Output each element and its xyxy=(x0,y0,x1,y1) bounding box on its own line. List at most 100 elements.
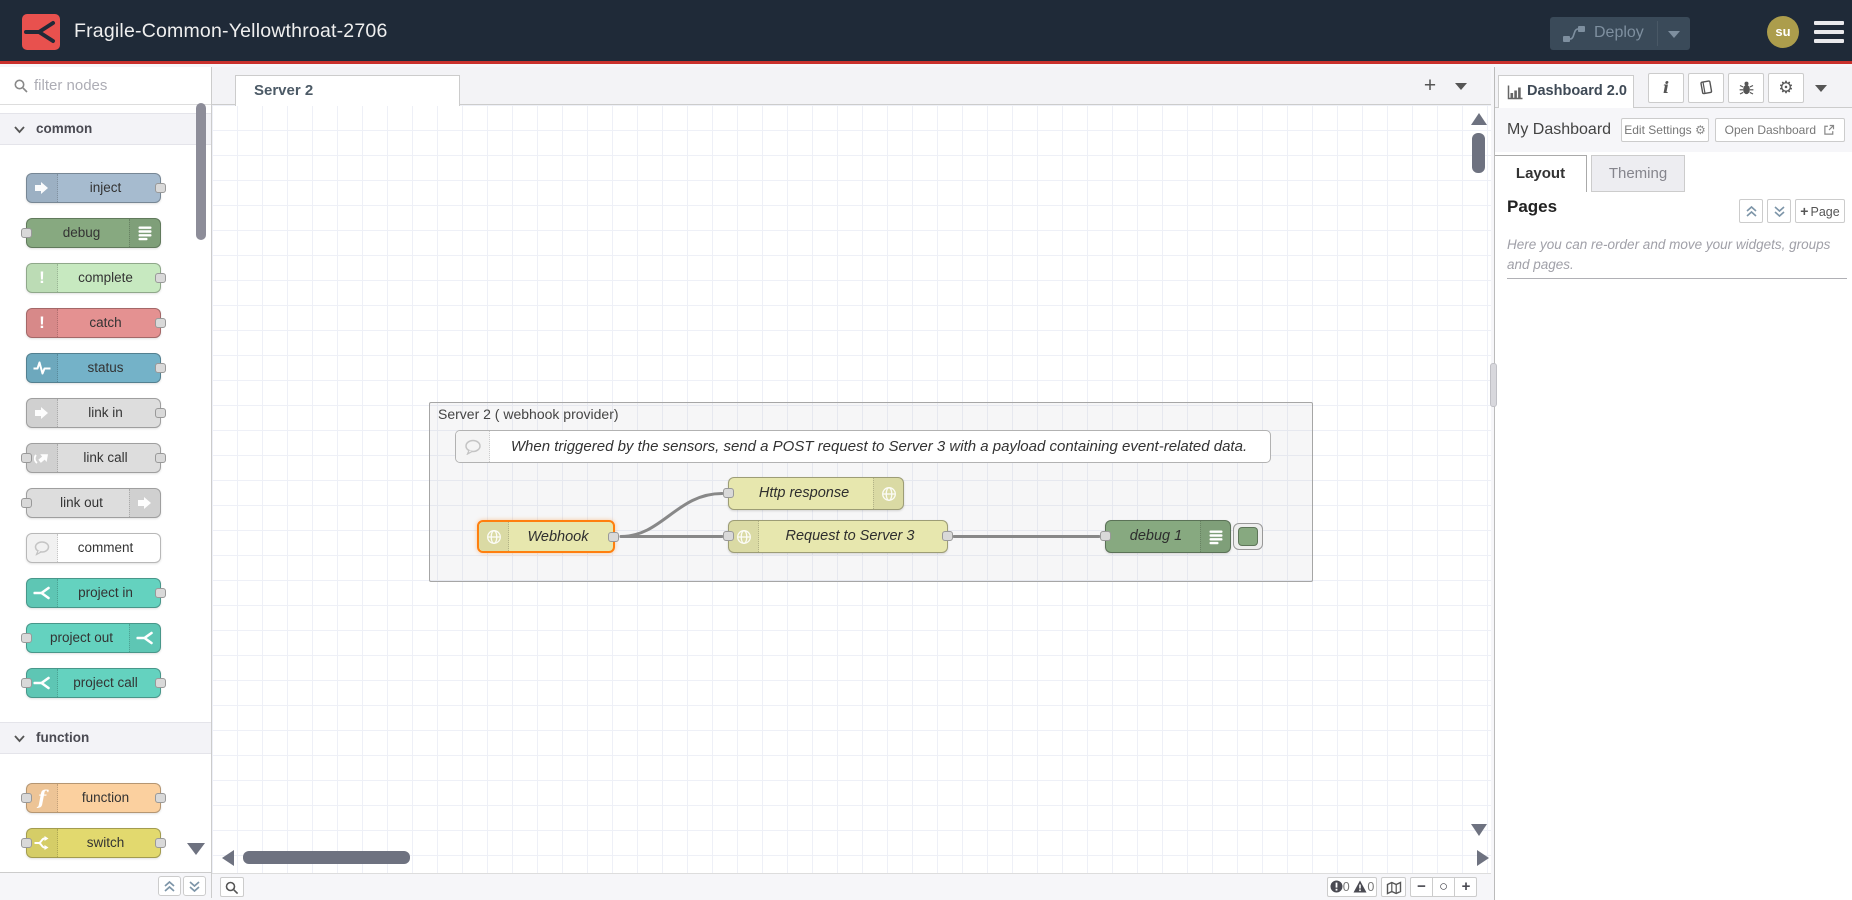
comment-node[interactable]: When triggered by the sensors, send a PO… xyxy=(455,430,1271,463)
comment-text: When triggered by the sensors, send a PO… xyxy=(496,431,1262,462)
zoom-reset-button[interactable]: ○ xyxy=(1433,878,1455,896)
error-count: 0 xyxy=(1343,880,1350,894)
canvas-vertical-scrollbar-thumb[interactable] xyxy=(1472,133,1485,173)
input-port[interactable] xyxy=(21,838,32,848)
collapse-all-button[interactable] xyxy=(158,876,181,896)
palette-node-status[interactable]: status xyxy=(26,353,161,383)
output-port[interactable] xyxy=(155,678,166,688)
edit-settings-button[interactable]: Edit Settings ⚙ xyxy=(1621,118,1709,142)
palette-node-label: link in xyxy=(61,399,150,427)
canvas-scroll-up-arrow[interactable] xyxy=(1471,113,1487,125)
navigator-button[interactable] xyxy=(1381,877,1406,897)
palette-node-inject[interactable]: inject xyxy=(26,173,161,203)
input-port[interactable] xyxy=(21,633,32,643)
node-label: debug 1 xyxy=(1114,521,1198,552)
category-function[interactable]: function xyxy=(0,722,211,754)
user-avatar[interactable]: su xyxy=(1767,16,1799,48)
canvas-horizontal-scrollbar-thumb[interactable] xyxy=(243,851,410,864)
move-page-up-button[interactable] xyxy=(1739,199,1763,223)
palette-scrollbar-thumb[interactable] xyxy=(196,103,206,240)
palette-node-complete[interactable]: ! complete xyxy=(26,263,161,293)
add-page-button[interactable]: +Page xyxy=(1795,199,1845,223)
node-http-response[interactable]: Http response xyxy=(728,477,904,510)
canvas-scroll-right-arrow[interactable] xyxy=(1477,850,1489,866)
output-port[interactable] xyxy=(155,273,166,283)
debug-tab-button[interactable] xyxy=(1728,73,1764,103)
input-port[interactable] xyxy=(21,228,32,238)
search-icon xyxy=(14,79,28,93)
output-port[interactable] xyxy=(155,588,166,598)
tab-dashboard-2[interactable]: Dashboard 2.0 xyxy=(1498,75,1634,108)
output-port[interactable] xyxy=(942,531,953,541)
debug-enable-toggle[interactable] xyxy=(1233,523,1263,550)
palette-filter-input[interactable] xyxy=(34,71,194,99)
workspace-tab-server-2[interactable]: Server 2 xyxy=(235,75,460,106)
deploy-caret-icon[interactable] xyxy=(1668,31,1680,38)
palette-node-link-call[interactable]: link call xyxy=(26,443,161,473)
palette-node-project-call[interactable]: project call xyxy=(26,668,161,698)
sidebar-menu-caret-icon[interactable] xyxy=(1815,85,1827,92)
right-sidebar: Dashboard 2.0 i ⚙ My Dashboard Edit Sett… xyxy=(1494,67,1852,900)
deploy-separator xyxy=(1657,21,1658,46)
node-debug-1[interactable]: debug 1 xyxy=(1105,520,1231,553)
node-request-to-server-3[interactable]: Request to Server 3 xyxy=(728,520,948,553)
palette-node-project-out[interactable]: project out xyxy=(26,623,161,653)
palette-scroll-down-arrow[interactable] xyxy=(187,843,205,855)
open-dashboard-button[interactable]: Open Dashboard xyxy=(1715,118,1845,142)
palette-node-debug[interactable]: debug xyxy=(26,218,161,248)
palette-node-project-in[interactable]: project in xyxy=(26,578,161,608)
output-port[interactable] xyxy=(155,318,166,328)
input-port[interactable] xyxy=(723,531,734,541)
notification-counts[interactable]: 0 0 xyxy=(1327,877,1377,897)
flow-list-caret-icon[interactable] xyxy=(1455,83,1467,90)
canvas-search-button[interactable] xyxy=(220,877,244,897)
add-page-label: Page xyxy=(1810,205,1839,219)
tab-theming[interactable]: Theming xyxy=(1591,155,1685,192)
palette-node-label: link call xyxy=(61,444,150,472)
help-tab-button[interactable] xyxy=(1688,73,1724,103)
input-port[interactable] xyxy=(1100,531,1111,541)
output-port[interactable] xyxy=(155,183,166,193)
gear-icon: ⚙ xyxy=(1769,74,1803,102)
settings-tab-button[interactable]: ⚙ xyxy=(1768,73,1804,103)
exclamation-icon: ! xyxy=(27,264,58,292)
deploy-button[interactable]: Deploy xyxy=(1550,17,1690,50)
output-port[interactable] xyxy=(155,793,166,803)
output-port[interactable] xyxy=(155,453,166,463)
zoom-out-button[interactable]: − xyxy=(1411,878,1433,896)
plus-icon: + xyxy=(1800,203,1808,219)
palette-node-switch[interactable]: switch xyxy=(26,828,161,858)
info-tab-button[interactable]: i xyxy=(1648,73,1684,103)
zoom-in-button[interactable]: + xyxy=(1455,878,1477,896)
palette-node-link-out[interactable]: link out xyxy=(26,488,161,518)
output-port[interactable] xyxy=(155,408,166,418)
category-common[interactable]: common xyxy=(0,113,211,145)
output-port[interactable] xyxy=(155,838,166,848)
input-port[interactable] xyxy=(21,793,32,803)
move-page-down-button[interactable] xyxy=(1767,199,1791,223)
input-port[interactable] xyxy=(21,498,32,508)
canvas-scroll-down-arrow[interactable] xyxy=(1471,824,1487,836)
expand-all-button[interactable] xyxy=(183,876,206,896)
node-webhook[interactable]: Webhook xyxy=(477,520,615,553)
tab-layout[interactable]: Layout xyxy=(1495,155,1587,192)
add-flow-button[interactable]: + xyxy=(1417,73,1443,99)
input-port[interactable] xyxy=(723,488,734,498)
double-chevron-down-icon xyxy=(1773,205,1786,218)
link-arrow-icon xyxy=(27,399,58,427)
sidebar-resize-handle[interactable] xyxy=(1490,363,1497,407)
palette-search[interactable] xyxy=(0,67,211,105)
output-port[interactable] xyxy=(608,532,619,542)
node-label: Request to Server 3 xyxy=(761,521,939,552)
palette-node-comment[interactable]: comment xyxy=(26,533,161,563)
palette-node-function[interactable]: f function xyxy=(26,783,161,813)
double-chevron-up-icon xyxy=(1745,205,1758,218)
flow-canvas[interactable]: Server 2 ( webhook provider) When trigge… xyxy=(212,105,1491,873)
output-port[interactable] xyxy=(155,363,166,373)
main-menu-button[interactable] xyxy=(1814,21,1844,43)
input-port[interactable] xyxy=(21,678,32,688)
palette-node-link-in[interactable]: link in xyxy=(26,398,161,428)
palette-node-catch[interactable]: ! catch xyxy=(26,308,161,338)
input-port[interactable] xyxy=(21,453,32,463)
canvas-scroll-left-arrow[interactable] xyxy=(222,850,234,866)
